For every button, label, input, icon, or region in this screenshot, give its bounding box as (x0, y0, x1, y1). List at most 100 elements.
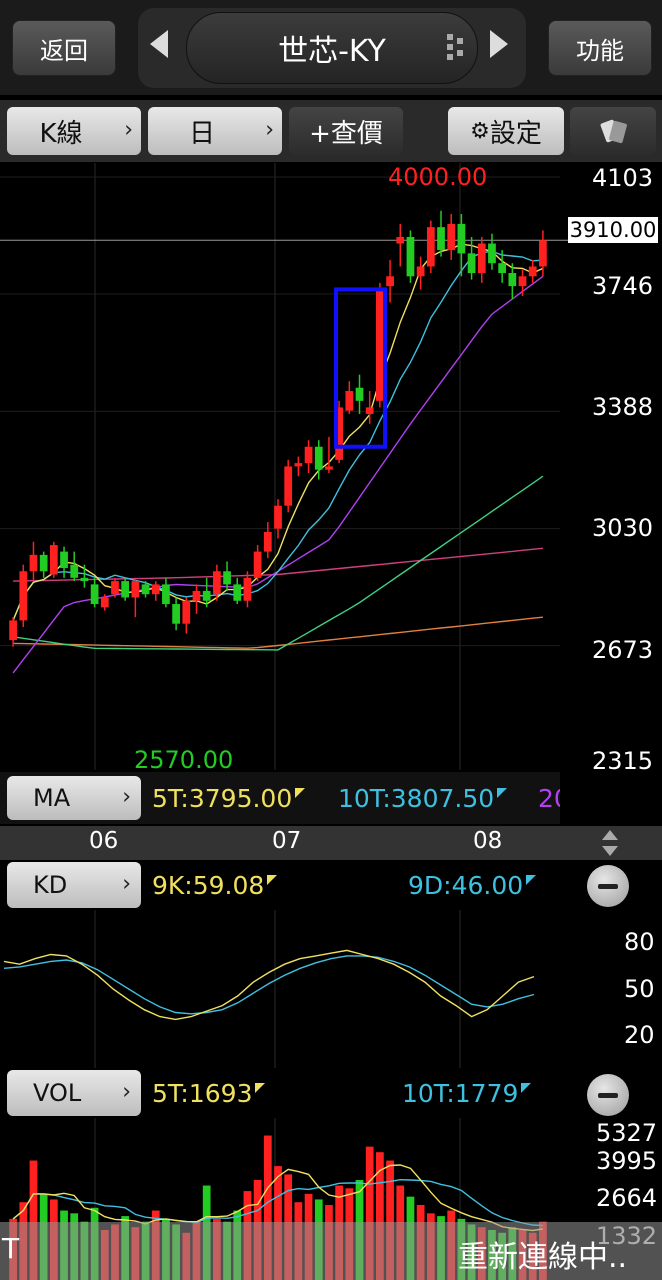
k-line (3, 949, 535, 1021)
candle-body (355, 387, 364, 401)
vol5-text: 5T:1693 (152, 1079, 253, 1108)
y-tick-label: 3388 (592, 393, 654, 421)
d-text: 9D:46.00 (408, 871, 524, 900)
price-chart[interactable] (0, 163, 662, 770)
candle-body (233, 584, 242, 601)
ma20-value: 20 (538, 784, 560, 813)
candle-body (518, 276, 527, 287)
candle-body (539, 240, 547, 267)
gear-icon: ⚙ (470, 118, 490, 144)
candle-body (437, 227, 445, 251)
candle-body (457, 223, 466, 254)
ma10-value: 10T:3807.50 (338, 784, 508, 813)
rotate-screen-button[interactable] (570, 107, 656, 155)
period-button[interactable]: 日 › (148, 107, 282, 155)
reconnect-status: 重新連線中.. (458, 1240, 628, 1275)
candle-body (70, 564, 79, 578)
candle-body (111, 581, 119, 595)
chevron-right-icon: › (122, 1079, 131, 1105)
period-label: 日 (188, 118, 215, 149)
candle-body (508, 273, 517, 287)
ma10-text: 10T:3807.50 (338, 784, 495, 813)
candle-body (365, 407, 374, 414)
y-tick-label: 4103 (592, 164, 654, 192)
candle-body (223, 571, 231, 585)
candle-body (131, 581, 140, 598)
resize-panel-icon[interactable] (598, 828, 622, 858)
prev-stock-icon[interactable] (150, 30, 168, 58)
candle-body (90, 584, 99, 605)
next-stock-icon[interactable] (490, 30, 508, 58)
candle-body (253, 551, 262, 578)
y-tick-label: 2315 (592, 747, 654, 775)
date-label: 08 (473, 828, 503, 854)
candle-body (9, 620, 17, 641)
candle-body (498, 263, 507, 274)
kd-chart[interactable] (0, 910, 662, 1068)
kd-y-tick: 80 (624, 928, 655, 956)
candle-body (325, 466, 333, 470)
candle-body (39, 554, 48, 572)
candle-body (426, 227, 435, 267)
chevron-right-icon: › (265, 117, 274, 143)
chevron-right-icon: › (122, 784, 131, 810)
candle-body (416, 266, 425, 277)
candle-body (151, 584, 160, 595)
vol-y-tick: 3995 (596, 1147, 658, 1175)
collapse-vol-button[interactable] (587, 1074, 629, 1116)
status-left-char: T (2, 1232, 20, 1265)
ma5-text: 5T:3795.00 (152, 784, 293, 813)
candle-body (274, 505, 282, 529)
candle-body (49, 545, 58, 575)
settings-button[interactable]: ⚙ 設定 (448, 107, 564, 155)
chevron-right-icon: › (124, 117, 133, 143)
ma-button[interactable]: MA › (7, 776, 141, 820)
minus-icon (598, 883, 618, 889)
kd-button[interactable]: KD › (7, 862, 141, 908)
kd-label: KD (33, 871, 68, 899)
candle-body (467, 253, 476, 274)
flag-icon (267, 875, 278, 885)
candle-body (406, 236, 415, 277)
ma20-line (12, 275, 544, 674)
vol-y-tick: 5327 (596, 1119, 658, 1147)
vol-button[interactable]: VOL › (7, 1070, 141, 1116)
low-price-marker: 2570.00 (134, 746, 234, 774)
y-tick-label: 3030 (592, 514, 654, 542)
candle-body (477, 243, 486, 274)
rotate-screen-icon (600, 119, 627, 144)
drag-handle-icon[interactable] (445, 34, 467, 62)
candle-body (202, 590, 211, 601)
stock-title[interactable]: 世芯-KY (186, 12, 478, 84)
candle-body (212, 571, 221, 595)
candle-body (447, 223, 456, 251)
ma240-line (13, 616, 543, 649)
candle-body (100, 597, 109, 608)
chart-type-button[interactable]: K線 › (7, 107, 141, 155)
candle-body (192, 590, 201, 601)
k-value: 9K:59.08 (152, 871, 278, 900)
y-tick-label: 3746 (592, 272, 654, 300)
y-tick-label: 2673 (592, 636, 654, 664)
candle-body (304, 446, 313, 464)
candle-body (121, 581, 130, 598)
date-label: 07 (272, 828, 302, 854)
function-button[interactable]: 功能 (548, 20, 652, 76)
candle-body (314, 446, 323, 470)
candle-body (528, 266, 537, 277)
chart-type-label: K線 (39, 118, 83, 149)
collapse-kd-button[interactable] (587, 865, 629, 907)
back-button[interactable]: 返回 (12, 20, 116, 76)
candle-body (162, 584, 170, 605)
flag-icon (526, 875, 537, 885)
candle-body (396, 236, 405, 244)
candle-body (345, 391, 354, 411)
ma5-value: 5T:3795.00 (152, 784, 306, 813)
vol-label: VOL (33, 1079, 82, 1107)
flag-icon (255, 1083, 266, 1093)
high-price-marker: 4000.00 (388, 163, 488, 191)
minus-icon (598, 1092, 618, 1098)
add-quote-button[interactable]: +查價 (289, 107, 403, 155)
settings-label: 設定 (489, 118, 542, 149)
flag-icon (497, 788, 508, 798)
